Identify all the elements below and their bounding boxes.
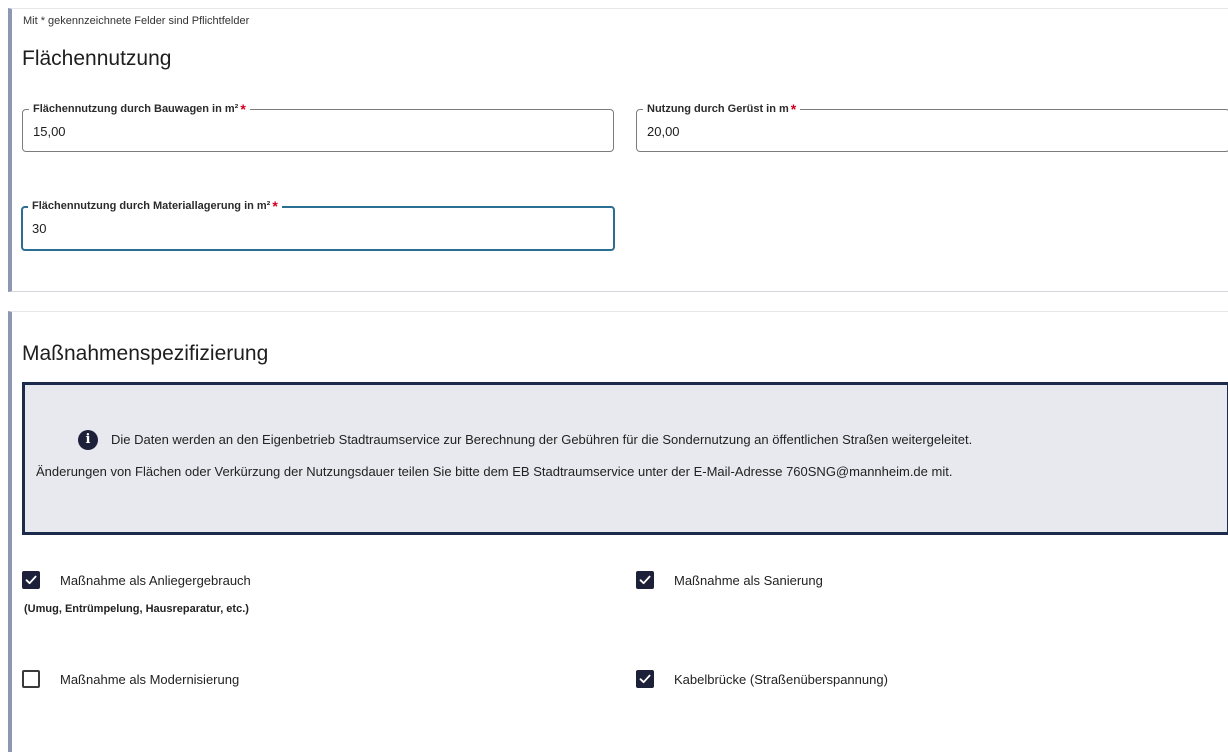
checkbox-row-anliegergebrauch[interactable]: Maßnahme als Anliegergebrauch bbox=[22, 571, 251, 589]
materiallagerung-field[interactable]: Flächennutzung durch Materiallagerung in… bbox=[21, 198, 615, 251]
checkbox-sublabel-anliegergebrauch: (Umug, Entrümpelung, Hausreparatur, etc.… bbox=[24, 603, 249, 615]
checkbox-anliegergebrauch[interactable] bbox=[22, 571, 40, 589]
checkmark-icon bbox=[25, 575, 37, 585]
flaechennutzung-title: Flächennutzung bbox=[22, 47, 172, 70]
materiallagerung-field-label: Flächennutzung durch Materiallagerung in… bbox=[28, 198, 282, 214]
checkbox-kabelbruecke[interactable] bbox=[636, 670, 654, 688]
checkbox-label-anliegergebrauch[interactable]: Maßnahme als Anliegergebrauch bbox=[60, 573, 251, 588]
checkmark-icon bbox=[639, 674, 651, 684]
info-box: i Die Daten werden an den Eigenbetrieb S… bbox=[22, 382, 1228, 535]
checkbox-label-modernisierung[interactable]: Maßnahme als Modernisierung bbox=[60, 672, 239, 687]
info-text-line1: Die Daten werden an den Eigenbetrieb Sta… bbox=[111, 432, 973, 447]
geruest-field[interactable]: Nutzung durch Gerüst in m * 20,00 bbox=[636, 101, 1228, 152]
info-icon: i bbox=[78, 430, 98, 450]
required-star: * bbox=[240, 101, 246, 117]
checkmark-icon bbox=[639, 575, 651, 585]
massnahmen-section: Maßnahmenspezifizierung i Die Daten werd… bbox=[8, 311, 1228, 752]
required-star: * bbox=[790, 101, 797, 117]
bauwagen-field-label: Flächennutzung durch Bauwagen in m² * bbox=[29, 101, 250, 117]
checkbox-sanierung[interactable] bbox=[636, 571, 654, 589]
bauwagen-field[interactable]: Flächennutzung durch Bauwagen in m² * 15,… bbox=[22, 101, 614, 152]
checkbox-label-kabelbruecke[interactable]: Kabelbrücke (Straßenüberspannung) bbox=[674, 672, 888, 687]
info-text-line2: Änderungen von Flächen oder Verkürzung d… bbox=[36, 464, 953, 479]
flaechennutzung-section: Mit * gekennzeichnete Felder sind Pflich… bbox=[8, 8, 1228, 292]
massnahmen-title: Maßnahmenspezifizierung bbox=[22, 342, 269, 365]
checkbox-row-kabelbruecke[interactable]: Kabelbrücke (Straßenüberspannung) bbox=[636, 670, 888, 688]
required-fields-note: Mit * gekennzeichnete Felder sind Pflich… bbox=[23, 15, 250, 27]
geruest-field-value[interactable]: 20,00 bbox=[647, 124, 680, 139]
required-star: * bbox=[272, 198, 278, 214]
checkbox-row-modernisierung[interactable]: Maßnahme als Modernisierung bbox=[22, 670, 239, 688]
geruest-field-label: Nutzung durch Gerüst in m * bbox=[643, 101, 801, 117]
checkbox-modernisierung[interactable] bbox=[22, 670, 40, 688]
materiallagerung-field-value[interactable]: 30 bbox=[32, 221, 46, 236]
bauwagen-field-value[interactable]: 15,00 bbox=[33, 124, 66, 139]
checkbox-label-sanierung[interactable]: Maßnahme als Sanierung bbox=[674, 573, 823, 588]
checkbox-row-sanierung[interactable]: Maßnahme als Sanierung bbox=[636, 571, 823, 589]
